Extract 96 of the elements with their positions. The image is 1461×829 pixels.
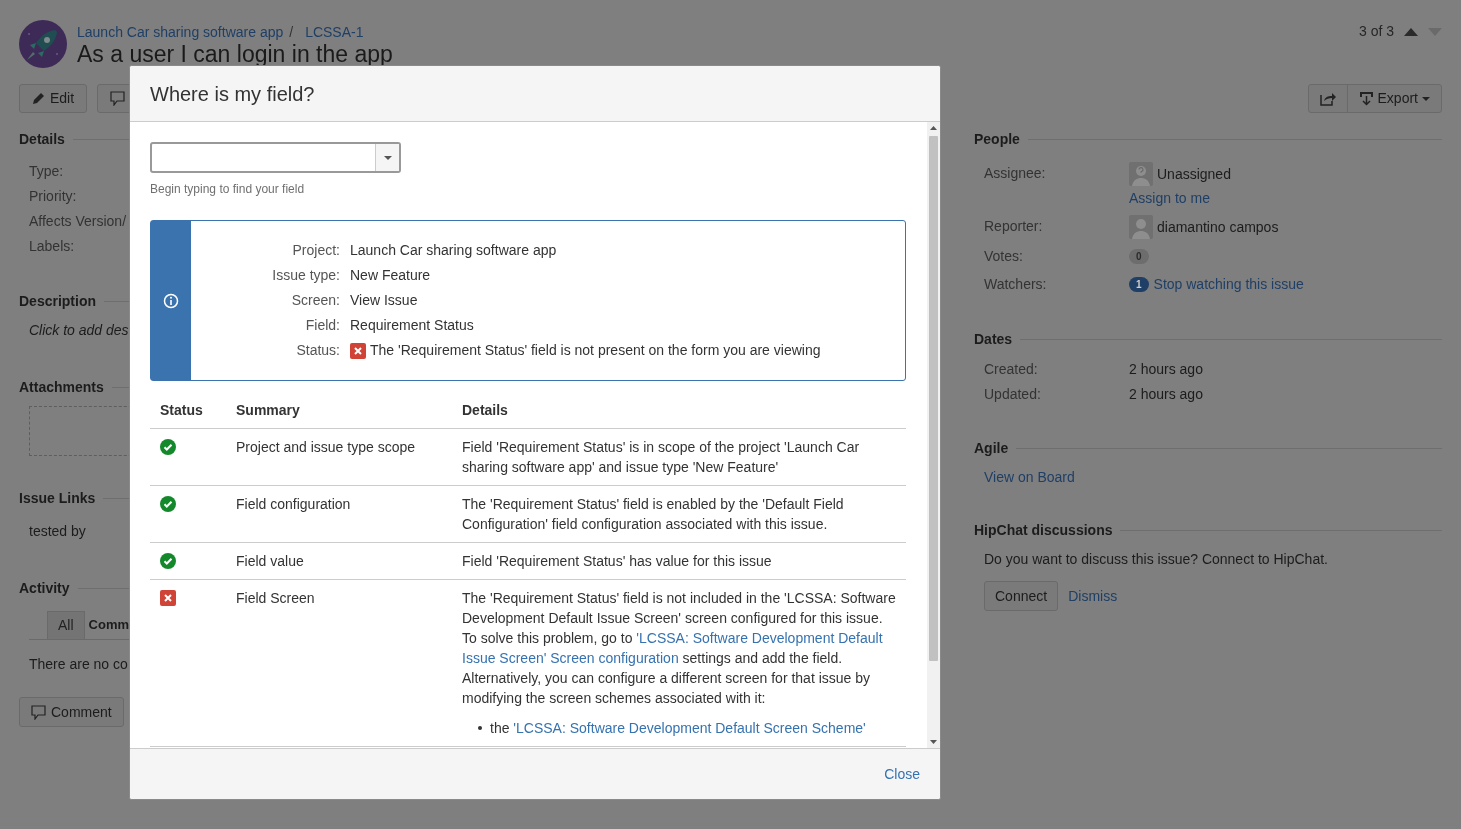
pager-text: 3 of 3 xyxy=(1358,22,1394,41)
info-value: New Feature xyxy=(350,266,431,285)
breadcrumb-link[interactable]: LCSSA-1 xyxy=(305,22,364,43)
button-label: Edit xyxy=(50,89,75,108)
column-header: Status xyxy=(160,402,203,418)
info-value: The 'Requirement Status' field is not present on the form you are viewing xyxy=(370,341,821,360)
empty-activity-text: There are no co xyxy=(29,656,128,672)
user-name: Unassigned xyxy=(1157,164,1231,184)
error-icon xyxy=(160,590,176,606)
field-label: Assignee: xyxy=(984,164,1047,183)
info-icon xyxy=(163,292,179,309)
info-value: Requirement Status xyxy=(350,316,474,335)
field-combobox[interactable] xyxy=(150,142,401,173)
info-value: Launch Car sharing software app xyxy=(350,241,557,260)
section-heading: Agile xyxy=(974,439,1009,458)
field-label: Type: xyxy=(29,162,64,181)
section-heading: Issue Links xyxy=(19,489,96,508)
scroll-up-icon[interactable] xyxy=(930,126,937,130)
summary-cell: Field Screen xyxy=(236,590,315,606)
column-header: Summary xyxy=(236,402,300,418)
field-label: Affects Version/ xyxy=(29,212,126,231)
breadcrumb-link[interactable]: Launch Car sharing software app xyxy=(77,22,284,43)
caret-icon xyxy=(1422,96,1430,101)
vote-count-badge: 0 xyxy=(1129,249,1149,264)
watcher-count-badge: 1 xyxy=(1129,276,1149,292)
watch-link[interactable]: Stop watching this issue xyxy=(1153,273,1304,295)
section-heading: Dates xyxy=(974,330,1013,349)
details-text: Field 'Requirement Status' is in scope of the project 'Launch Car sharing software app' and issue type 'New Feature' xyxy=(462,438,861,477)
connect-button[interactable]: Connect xyxy=(984,581,1059,611)
field-label: Labels: xyxy=(29,237,75,256)
section-heading: Attachments xyxy=(19,378,104,397)
speech-bubble-icon xyxy=(31,704,46,720)
summary-cell: Project and issue type scope xyxy=(236,439,415,455)
assign-link[interactable]: Assign to me xyxy=(1129,188,1210,209)
bullet-icon xyxy=(478,726,482,730)
info-label: Issue type: xyxy=(271,266,341,285)
speech-bubble-icon xyxy=(110,91,126,106)
scrollbar[interactable] xyxy=(927,122,940,748)
details-text: The 'Requirement Status' field is not included in the 'LCSSA: Software Development Default Issue Screen' screen configured for this issue. xyxy=(462,589,897,628)
info-label: Screen: xyxy=(290,291,341,310)
link[interactable]: 'LCSSA: Software Development Default xyxy=(636,630,883,646)
caret-icon[interactable] xyxy=(383,155,392,160)
field-label: Created: xyxy=(984,360,1039,379)
section-heading: Description xyxy=(19,292,96,311)
close-link[interactable]: Close xyxy=(884,763,920,785)
project-avatar-icon xyxy=(19,20,67,68)
link[interactable]: Issue Screen' Screen configuration xyxy=(462,650,679,666)
view-on-board-link[interactable]: View on Board xyxy=(984,469,1075,485)
dialog-title: Where is my field? xyxy=(150,81,315,107)
issue-title: As a user I can login in the app xyxy=(77,42,393,66)
activity-tab[interactable]: All xyxy=(47,611,85,639)
section-heading: HipChat discussions xyxy=(974,521,1113,540)
date-value: 2 hours ago xyxy=(1129,360,1203,379)
share-icon xyxy=(1319,91,1336,106)
details-text: Alternatively, you can configure a different screen for that issue by modifying the screen schemes associated with it: xyxy=(462,669,872,708)
details-text: To solve this problem, go to 'LCSSA: Software Development Default Issue Screen' Screen configuration settings and add the field. xyxy=(462,629,884,668)
info-label: Project: xyxy=(291,241,341,260)
info-label: Field: xyxy=(304,316,341,335)
field-label: Votes: xyxy=(984,247,1024,266)
avatar-icon xyxy=(1129,215,1153,239)
previous-arrow-icon[interactable] xyxy=(1404,27,1418,36)
check-icon xyxy=(160,553,176,569)
field-label: Reporter: xyxy=(984,217,1044,236)
section-heading: Details xyxy=(19,130,65,149)
column-header: Details xyxy=(462,402,508,418)
description-text[interactable]: Click to add des xyxy=(29,322,129,338)
field-label: Watchers: xyxy=(984,275,1048,294)
user-name: diamantino campos xyxy=(1157,217,1279,237)
link-type-text: tested by xyxy=(29,523,86,539)
section-heading: Activity xyxy=(19,579,70,598)
error-icon xyxy=(350,342,366,359)
field-label: Updated: xyxy=(984,385,1042,404)
summary-cell: Field configuration xyxy=(236,496,351,512)
check-icon xyxy=(160,496,176,512)
check-icon xyxy=(160,439,176,455)
edit-button[interactable]: Edit xyxy=(19,84,88,113)
summary-cell: Field value xyxy=(236,553,304,569)
info-value: View Issue xyxy=(350,291,418,310)
hipchat-text: Do you want to discuss this issue? Connect to HipChat. xyxy=(984,550,1329,569)
section-heading: People xyxy=(974,130,1020,149)
breadcrumb-separator: / xyxy=(289,23,294,42)
dismiss-link[interactable]: Dismiss xyxy=(1068,585,1118,607)
avatar-icon xyxy=(1129,162,1153,186)
pencil-icon xyxy=(32,92,45,105)
list-item-text: the 'LCSSA: Software Development Default Screen Scheme' xyxy=(490,719,866,738)
comment-button[interactable]: Comment xyxy=(19,697,124,727)
details-text: Field 'Requirement Status' has value for this issue xyxy=(462,552,773,571)
field-label: Priority: xyxy=(29,187,77,206)
scroll-down-icon[interactable] xyxy=(930,740,937,744)
date-value: 2 hours ago xyxy=(1129,385,1203,404)
activity-tab[interactable]: Comm xyxy=(84,611,129,639)
details-text: The 'Requirement Status' field is enabled by the 'Default Field Configuration' field configuration associated with this issue. xyxy=(462,495,845,534)
info-label: Status: xyxy=(295,341,341,360)
download-icon xyxy=(1358,91,1374,106)
field-hint: Begin typing to find your field xyxy=(150,181,306,198)
link[interactable]: 'LCSSA: Software Development Default Screen Scheme' xyxy=(513,720,866,736)
